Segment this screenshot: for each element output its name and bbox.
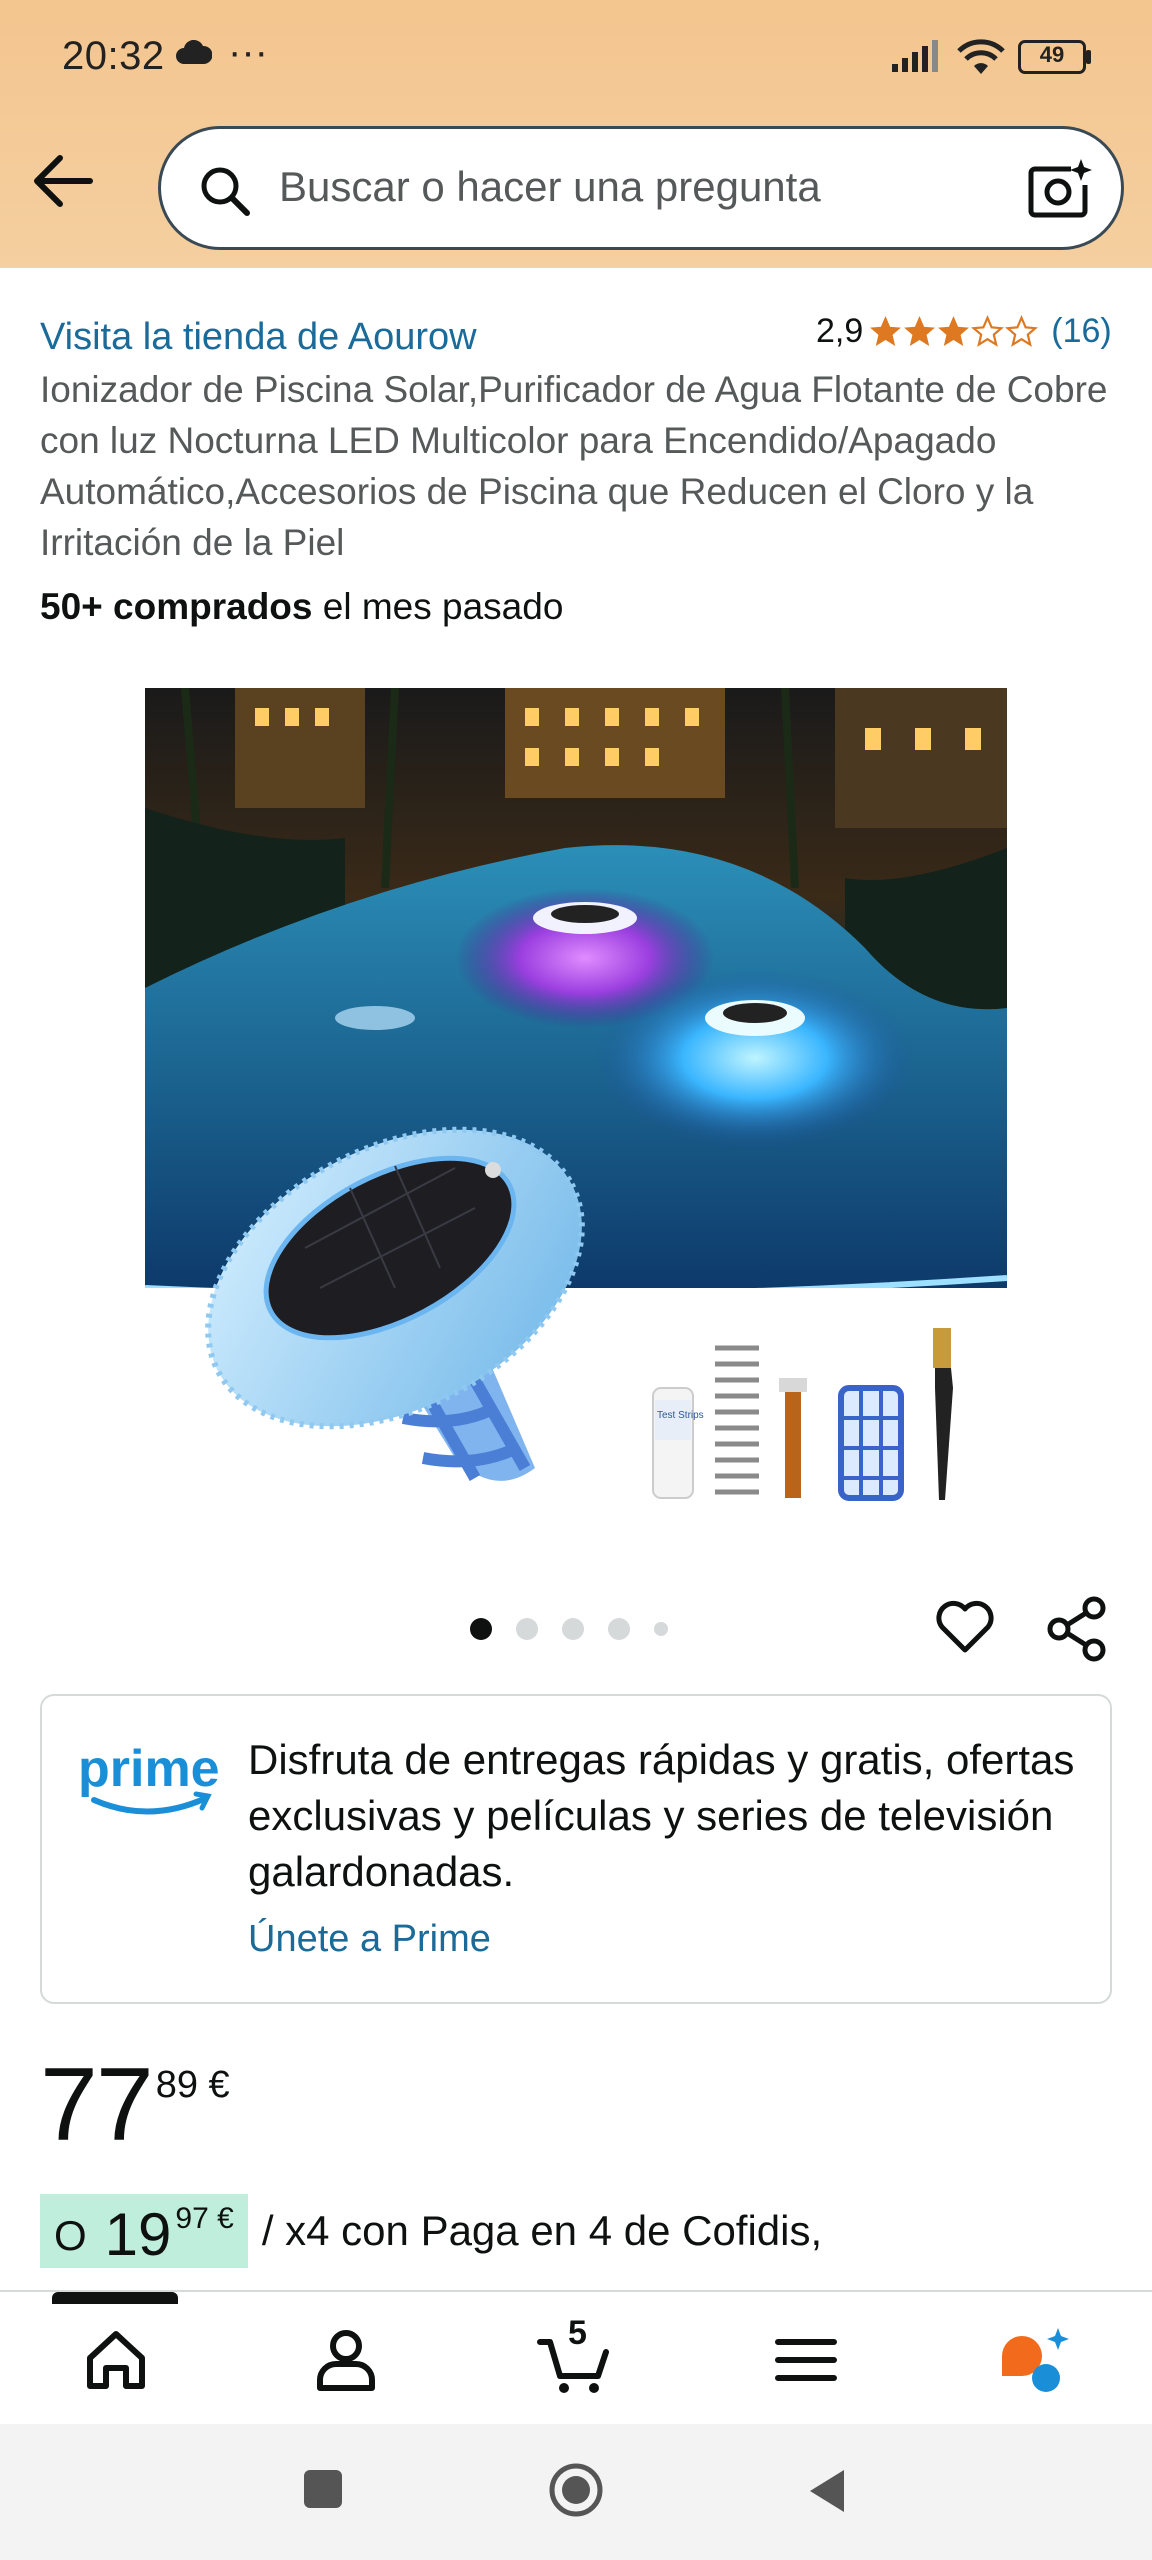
status-time: 20:32 bbox=[62, 34, 165, 78]
nav-rufus[interactable] bbox=[996, 2322, 1076, 2398]
back-triangle-icon[interactable] bbox=[806, 2468, 848, 2514]
nav-account[interactable] bbox=[306, 2322, 386, 2398]
star-rating bbox=[869, 315, 1039, 348]
bottom-navigation: 5 bbox=[0, 2290, 1152, 2424]
star-empty-icon bbox=[971, 315, 1005, 347]
installment-description: / x4 con Paga en 4 de Cofidis, bbox=[261, 2207, 823, 2254]
test-strip-label: Test Strips bbox=[657, 1410, 704, 1421]
rating-count: (16) bbox=[1051, 312, 1112, 350]
price-fraction: 89 € bbox=[155, 2064, 230, 2106]
join-prime-link[interactable]: Únete a Prime bbox=[248, 1918, 491, 1961]
back-arrow-icon[interactable] bbox=[28, 150, 98, 212]
rating-value: 2,9 bbox=[816, 312, 864, 350]
price: 77 89 € bbox=[40, 2050, 230, 2160]
installment-whole: 19 bbox=[104, 2201, 172, 2268]
search-input[interactable]: Buscar o hacer una pregunta bbox=[279, 163, 821, 211]
star-full-icon bbox=[938, 316, 970, 347]
star-full-icon bbox=[870, 316, 902, 347]
bought-period: el mes pasado bbox=[312, 586, 564, 627]
active-tab-indicator bbox=[52, 2292, 178, 2304]
carousel-dot[interactable] bbox=[654, 1622, 668, 1636]
home-circle-icon[interactable] bbox=[548, 2462, 604, 2518]
cart-count-badge: 5 bbox=[568, 2314, 587, 2352]
bought-last-month: 50+ comprados el mes pasado bbox=[40, 586, 563, 628]
recent-apps-icon[interactable] bbox=[302, 2468, 344, 2510]
carousel-dot[interactable] bbox=[516, 1618, 538, 1640]
visit-store-link[interactable]: Visita la tienda de Aourow bbox=[40, 316, 477, 359]
prime-logo-icon: prime bbox=[78, 1740, 220, 1815]
rufus-icon bbox=[1002, 2328, 1069, 2392]
product-image[interactable]: Test Strips bbox=[145, 688, 1007, 1520]
installment-prefix: O bbox=[54, 2212, 87, 2259]
rating-summary[interactable]: 2,9 (16) bbox=[816, 312, 1112, 351]
search-bar[interactable]: Buscar o hacer una pregunta bbox=[158, 126, 1124, 250]
system-navigation-bar bbox=[0, 2424, 1152, 2560]
more-notifications-icon: ··· bbox=[228, 30, 268, 74]
carousel-dot[interactable] bbox=[562, 1618, 584, 1640]
prime-logo-text: prime bbox=[78, 1740, 220, 1798]
share-icon[interactable] bbox=[1046, 1596, 1108, 1662]
app-header: 20:32 ··· 49 Buscar o hacer una pregunta bbox=[0, 0, 1152, 268]
home-icon bbox=[87, 2331, 145, 2389]
battery-level: 49 bbox=[1039, 42, 1065, 67]
installment-offer[interactable]: O 19 97 € / x4 con Paga en 4 de Cofidis, bbox=[40, 2194, 822, 2268]
nav-menu[interactable] bbox=[766, 2322, 846, 2398]
cloud-icon bbox=[176, 40, 212, 64]
menu-icon bbox=[775, 2339, 837, 2381]
installment-fraction: 97 € bbox=[175, 2202, 234, 2235]
nav-cart[interactable]: 5 bbox=[536, 2314, 616, 2398]
battery-icon: 49 bbox=[1018, 40, 1092, 74]
bought-count: 50+ comprados bbox=[40, 586, 313, 627]
wifi-icon bbox=[957, 39, 1005, 74]
search-icon bbox=[201, 167, 250, 216]
camera-search-icon[interactable] bbox=[1027, 157, 1093, 221]
price-whole: 77 bbox=[40, 2047, 154, 2163]
product-title: Ionizador de Piscina Solar,Purificador d… bbox=[40, 369, 1108, 563]
status-bar: 20:32 ··· 49 bbox=[0, 0, 1152, 112]
account-icon bbox=[317, 2330, 375, 2391]
star-empty-icon bbox=[1005, 315, 1039, 347]
signal-icon bbox=[892, 40, 938, 72]
prime-promo-card: prime Disfruta de entregas rápidas y gra… bbox=[40, 1694, 1112, 2004]
installment-price-highlight: O 19 97 € bbox=[40, 2194, 248, 2268]
star-full-icon bbox=[904, 316, 936, 347]
prime-message: Disfruta de entregas rápidas y gratis, o… bbox=[248, 1736, 1075, 1895]
wishlist-heart-icon[interactable] bbox=[934, 1596, 996, 1656]
nav-home[interactable] bbox=[76, 2322, 156, 2398]
carousel-dot[interactable] bbox=[608, 1618, 630, 1640]
carousel-dot-active[interactable] bbox=[470, 1618, 492, 1640]
image-carousel-dots[interactable] bbox=[470, 1618, 692, 1640]
